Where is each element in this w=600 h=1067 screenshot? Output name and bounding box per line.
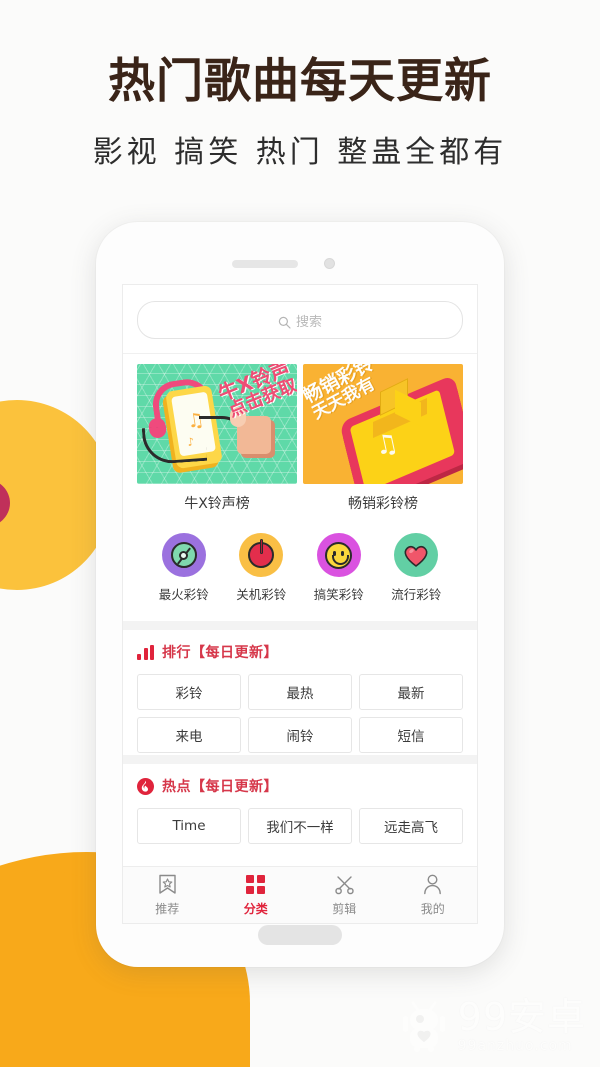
phone-camera <box>324 258 335 269</box>
category-item-popular[interactable]: 流行彩铃 <box>378 533 456 603</box>
bottom-tab-bar: 推荐 分类 剪辑 我的 <box>123 866 477 923</box>
hot-tag-button[interactable]: Time <box>137 808 241 844</box>
tab-label: 剪辑 <box>332 901 357 916</box>
category-row: 最火彩铃 关机彩铃 搞笑彩铃 流行彩铃 <box>137 519 463 617</box>
power-icon <box>248 539 275 568</box>
discover-block: ♫ ♪ 牛X铃声 点击获取 牛X铃声榜 ♫ 畅销彩铃 天天我有 畅销彩铃榜 最火… <box>123 353 477 621</box>
ranking-tag-button[interactable]: 彩铃 <box>137 674 241 710</box>
phone-mockup: 搜索 ♫ ♪ 牛X铃声 点击获取 牛X铃声榜 ♫ 畅销彩铃 天天我有 畅销彩铃榜… <box>96 222 504 967</box>
tab-label: 我的 <box>420 901 445 916</box>
tab-edit[interactable]: 剪辑 <box>300 874 389 917</box>
phone-speaker <box>232 260 298 268</box>
search-icon <box>278 314 291 329</box>
smiley-icon <box>325 541 353 569</box>
section-title: 排行【每日更新】 <box>162 645 278 661</box>
ranking-tag-button[interactable]: 最热 <box>247 674 352 710</box>
watermark-site: 99anzhuo.com <box>457 1038 573 1054</box>
banner-art-green: ♫ ♪ 牛X铃声 点击获取 <box>137 364 297 484</box>
section-title: 热点【每日更新】 <box>162 779 278 795</box>
category-item-shutdown[interactable]: 关机彩铃 <box>223 533 301 603</box>
category-label: 关机彩铃 <box>236 587 287 602</box>
category-icon-bg <box>316 533 361 577</box>
promo-subheadline: 影视 搞笑 热门 整蛊全都有 <box>92 135 508 170</box>
watermark-text: 99安卓 99anzhuo.com <box>458 998 586 1053</box>
category-icon-bg <box>239 533 284 577</box>
ranking-button-grid: 彩铃 最热 最新 来电 闹铃 短信 <box>137 674 463 753</box>
promo-text-block: 热门歌曲每天更新 影视 搞笑 热门 整蛊全都有 <box>0 58 600 171</box>
hand-illustration <box>230 407 271 454</box>
scissors-icon <box>300 874 389 896</box>
section-hot: 热点【每日更新】 Time 我们不一样 远走高飞 <box>123 755 477 846</box>
category-item-hottest[interactable]: 最火彩铃 <box>145 533 223 603</box>
hot-button-grid: Time 我们不一样 远走高飞 <box>137 808 463 844</box>
watermark: 99安卓 99anzhuo.com <box>402 998 586 1053</box>
ranking-tag-button[interactable]: 来电 <box>137 717 241 753</box>
bar-chart-icon <box>137 644 154 660</box>
watermark-name: 99安卓 <box>457 995 586 1039</box>
category-label: 流行彩铃 <box>391 587 442 602</box>
heart-icon <box>402 543 430 568</box>
promo-headline: 热门歌曲每天更新 <box>108 54 492 109</box>
category-label: 最火彩铃 <box>158 587 209 602</box>
category-icon-bg <box>394 533 439 577</box>
section-ranking: 排行【每日更新】 彩铃 最热 最新 来电 闹铃 短信 <box>123 621 477 755</box>
tab-mine[interactable]: 我的 <box>389 874 478 917</box>
disc-icon <box>170 542 197 568</box>
ranking-tag-button[interactable]: 闹铃 <box>247 717 352 753</box>
flame-icon <box>137 777 154 795</box>
hot-tag-button[interactable]: 远走高飞 <box>358 808 463 844</box>
banner-row: ♫ ♪ 牛X铃声 点击获取 牛X铃声榜 ♫ 畅销彩铃 天天我有 畅销彩铃榜 <box>137 364 463 519</box>
banner-card-hot-ringtones[interactable]: ♫ ♪ 牛X铃声 点击获取 牛X铃声榜 <box>137 364 297 519</box>
phone-home-button <box>258 925 342 945</box>
bookmark-star-icon <box>123 874 212 896</box>
ranking-tag-button[interactable]: 最新 <box>358 674 463 710</box>
section-header: 排行【每日更新】 <box>137 642 463 662</box>
section-header: 热点【每日更新】 <box>137 776 463 796</box>
app-screen: 搜索 ♫ ♪ 牛X铃声 点击获取 牛X铃声榜 ♫ 畅销彩铃 天天我有 畅销彩铃榜… <box>122 284 478 924</box>
tab-label: 分类 <box>243 901 268 916</box>
android-robot-icon <box>402 1000 450 1052</box>
banner-caption: 畅销彩铃榜 <box>348 496 418 512</box>
banner-art-orange: ♫ 畅销彩铃 天天我有 <box>303 364 463 484</box>
category-item-funny[interactable]: 搞笑彩铃 <box>300 533 378 603</box>
search-placeholder: 搜索 <box>295 314 322 330</box>
banner-caption: 牛X铃声榜 <box>184 496 250 512</box>
tab-category[interactable]: 分类 <box>212 874 301 917</box>
category-label: 搞笑彩铃 <box>313 587 364 602</box>
ranking-tag-button[interactable]: 短信 <box>358 717 463 753</box>
search-inner: 搜索 <box>278 311 322 330</box>
tab-recommend[interactable]: 推荐 <box>123 874 212 917</box>
grid-icon <box>212 874 301 896</box>
banner-overlay-text: 牛X铃声 点击获取 <box>214 364 297 423</box>
hot-tag-button[interactable]: 我们不一样 <box>247 808 352 844</box>
category-icon-bg <box>161 533 206 577</box>
person-icon <box>389 874 478 896</box>
headphone-cord <box>141 423 208 466</box>
search-input[interactable]: 搜索 <box>137 301 463 339</box>
tab-label: 推荐 <box>155 901 180 916</box>
banner-card-bestselling-crbt[interactable]: ♫ 畅销彩铃 天天我有 畅销彩铃榜 <box>303 364 463 519</box>
